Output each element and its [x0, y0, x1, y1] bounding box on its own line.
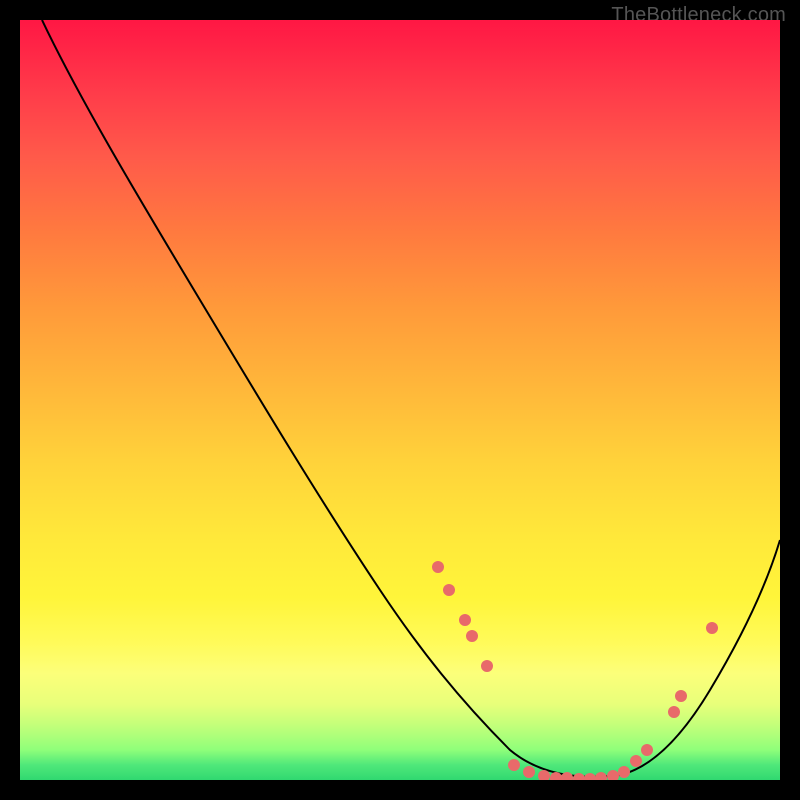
marker-dot	[607, 770, 619, 780]
curve-svg	[20, 20, 780, 780]
marker-dot	[706, 622, 718, 634]
marker-dot	[641, 744, 653, 756]
marker-dot	[481, 660, 493, 672]
marker-dot	[584, 773, 596, 780]
plot-area	[20, 20, 780, 780]
marker-dot	[595, 772, 607, 780]
data-points	[432, 561, 718, 780]
marker-dot	[432, 561, 444, 573]
marker-dot	[443, 584, 455, 596]
marker-dot	[523, 766, 535, 778]
marker-dot	[508, 759, 520, 771]
chart-container: TheBottleneck.com	[0, 0, 800, 800]
marker-dot	[618, 766, 630, 778]
bottleneck-curve-path	[42, 20, 780, 777]
marker-dot	[573, 773, 585, 780]
marker-dot	[668, 706, 680, 718]
marker-dot	[466, 630, 478, 642]
marker-dot	[459, 614, 471, 626]
marker-dot	[630, 755, 642, 767]
marker-dot	[675, 690, 687, 702]
